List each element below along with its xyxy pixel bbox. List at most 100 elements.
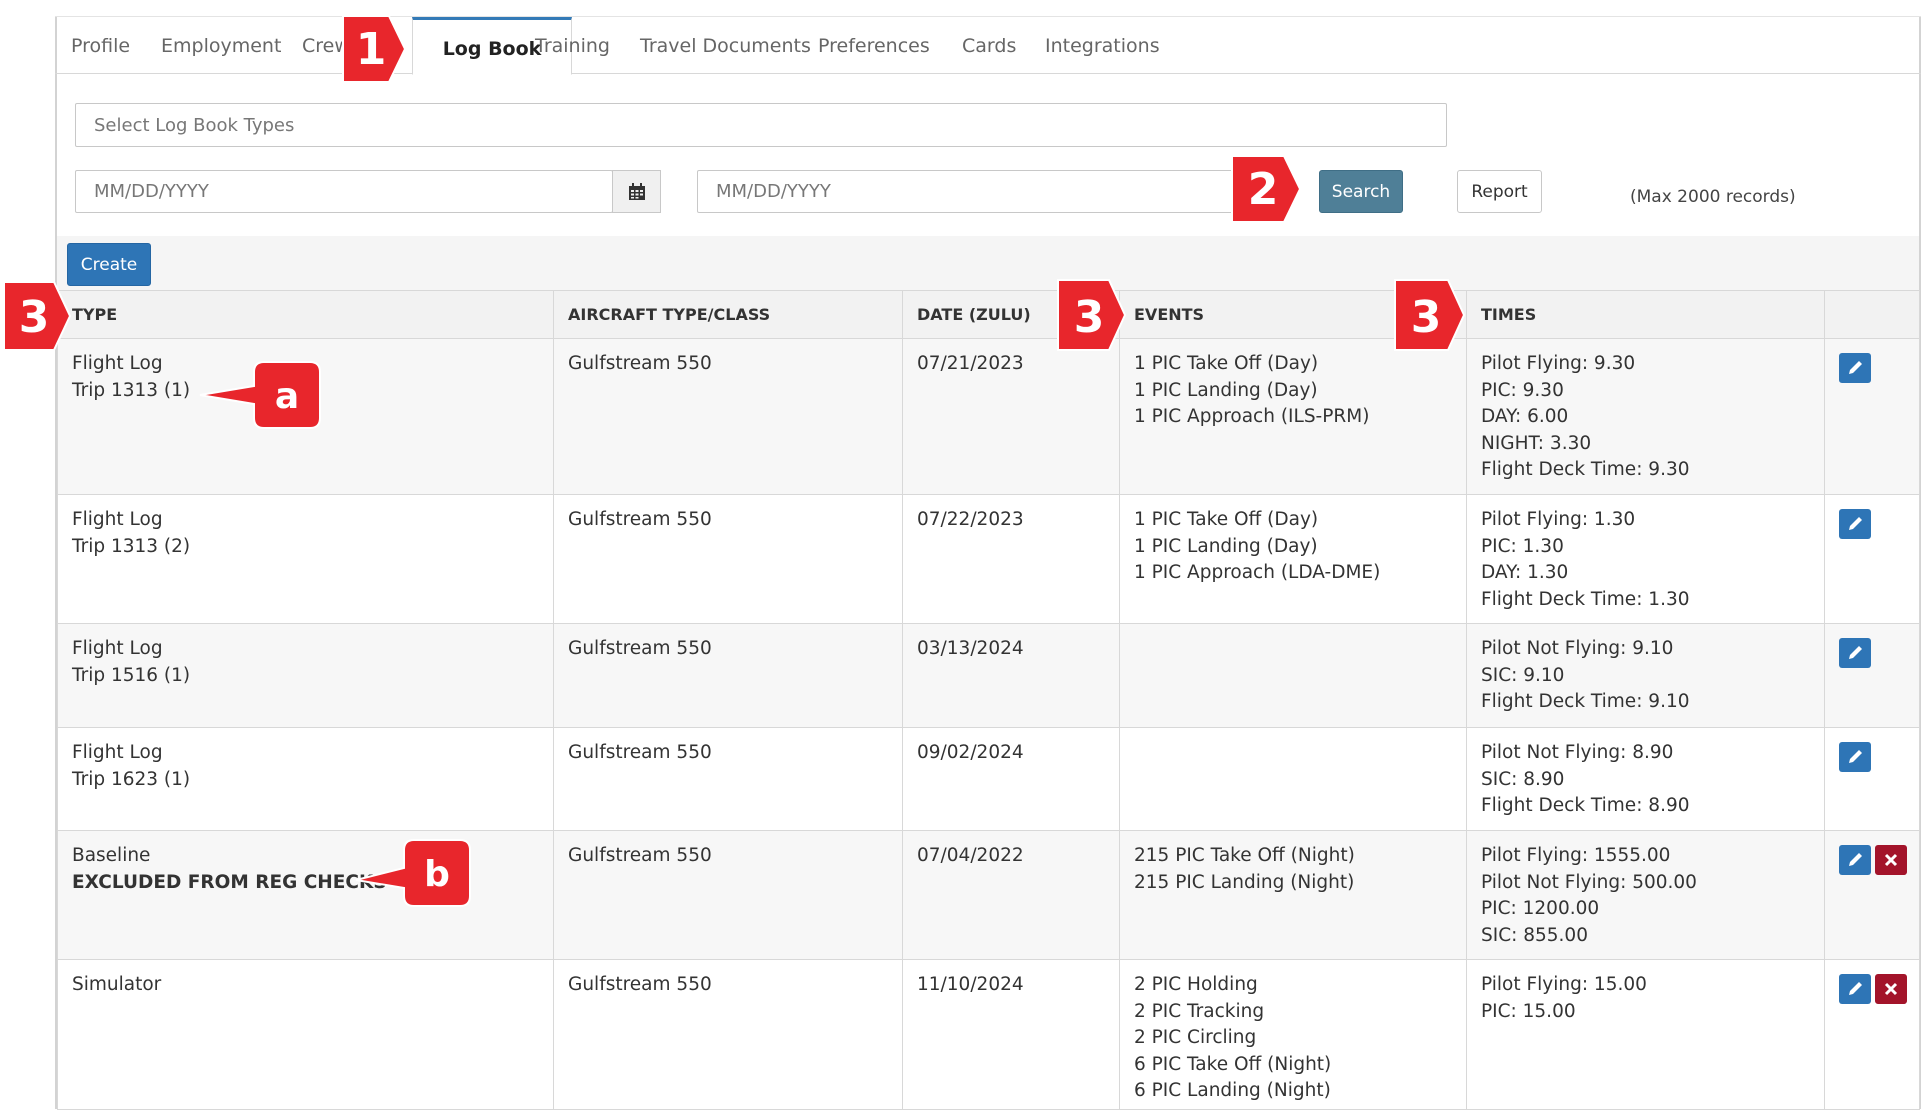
row-type: Simulator: [72, 974, 162, 995]
event-line: 6 PIC Landing (Night): [1134, 1080, 1331, 1101]
cell-times: Pilot Flying: 1.30 PIC: 1.30 DAY: 1.30 F…: [1466, 494, 1825, 624]
time-line: Flight Deck Time: 9.30: [1481, 459, 1690, 480]
row-type: Flight Log: [72, 638, 163, 659]
tab-training[interactable]: Training: [535, 35, 610, 57]
column-header-actions: [1824, 290, 1920, 339]
time-line: Pilot Flying: 1.30: [1481, 509, 1636, 530]
cell-actions: [1824, 959, 1920, 1110]
callout-badge-b: b: [355, 839, 471, 907]
event-line: 1 PIC Landing (Day): [1134, 379, 1318, 401]
callout-label-1: 1: [356, 24, 387, 75]
event-line: 2 PIC Circling: [1134, 1027, 1257, 1048]
row-date: 11/10/2024: [917, 974, 1024, 995]
row-subtype: Trip 1623 (1): [72, 768, 191, 790]
callout-label-3b: 3: [1074, 292, 1105, 343]
edit-button[interactable]: [1839, 638, 1871, 668]
cell-actions: [1824, 830, 1920, 960]
event-line: 215 PIC Landing (Night): [1134, 871, 1355, 893]
row-type: Flight Log: [72, 509, 163, 530]
cell-aircraft: Gulfstream 550: [553, 727, 903, 831]
date-from-input[interactable]: [75, 170, 613, 213]
cell-date: 11/10/2024: [902, 959, 1120, 1110]
cell-times: Pilot Flying: 1555.00 Pilot Not Flying: …: [1466, 830, 1825, 960]
row-type: Baseline: [72, 845, 151, 866]
time-line: Pilot Flying: 9.30: [1481, 353, 1636, 374]
log-book-table: TYPE AIRCRAFT TYPE/CLASS DATE (ZULU) EVE…: [57, 290, 1920, 1110]
edit-button[interactable]: [1839, 845, 1871, 875]
delete-button[interactable]: [1875, 845, 1907, 875]
cell-actions: [1824, 623, 1920, 728]
cell-events: 215 PIC Take Off (Night) 215 PIC Landing…: [1119, 830, 1467, 960]
cell-date: 07/21/2023: [902, 338, 1120, 495]
table-row: Simulator Gulfstream 550 11/10/2024 2 PI…: [57, 959, 1920, 1110]
tab-preferences[interactable]: Preferences: [818, 35, 930, 57]
tab-employment[interactable]: Employment: [161, 35, 281, 57]
time-line: Pilot Not Flying: 8.90: [1481, 742, 1674, 763]
event-line: 1 PIC Approach (LDA-DME): [1134, 562, 1381, 583]
row-aircraft: Gulfstream 550: [568, 845, 712, 866]
cell-date: 03/13/2024: [902, 623, 1120, 728]
column-header-times[interactable]: TIMES: [1466, 290, 1825, 339]
event-line: 6 PIC Take Off (Night): [1134, 1053, 1332, 1075]
cell-type: Baseline EXCLUDED FROM REG CHECKS: [57, 830, 554, 960]
report-button[interactable]: Report: [1457, 170, 1542, 213]
table-row: Flight Log Trip 1313 (2) Gulfstream 550 …: [57, 494, 1920, 624]
cell-aircraft: Gulfstream 550: [553, 494, 903, 624]
cell-events: [1119, 727, 1467, 831]
cell-events: 1 PIC Take Off (Day) 1 PIC Landing (Day)…: [1119, 494, 1467, 624]
tab-cards[interactable]: Cards: [962, 35, 1016, 57]
cell-aircraft: Gulfstream 550: [553, 623, 903, 728]
event-line: 1 PIC Landing (Day): [1134, 535, 1318, 557]
date-to-input[interactable]: [697, 170, 1233, 213]
event-line: 215 PIC Take Off (Night): [1134, 845, 1355, 866]
row-subtype: EXCLUDED FROM REG CHECKS: [72, 871, 387, 893]
callout-label-3c: 3: [1411, 292, 1442, 343]
search-button[interactable]: Search: [1319, 170, 1403, 213]
row-aircraft: Gulfstream 550: [568, 353, 712, 374]
time-line: Pilot Flying: 1555.00: [1481, 845, 1671, 866]
row-aircraft: Gulfstream 550: [568, 974, 712, 995]
tab-travel-documents[interactable]: Travel Documents: [640, 35, 811, 57]
create-button[interactable]: Create: [67, 243, 151, 286]
pencil-icon: [1849, 517, 1862, 530]
tab-profile[interactable]: Profile: [71, 35, 130, 57]
column-header-type[interactable]: TYPE: [57, 290, 554, 339]
grid-toolbar: [57, 236, 1919, 290]
edit-button[interactable]: [1839, 509, 1871, 539]
time-line: DAY: 6.00: [1481, 406, 1569, 427]
cell-times: Pilot Not Flying: 8.90 SIC: 8.90 Flight …: [1466, 727, 1825, 831]
row-subtype: Trip 1313 (2): [72, 535, 191, 557]
row-date: 07/22/2023: [917, 509, 1024, 530]
column-header-aircraft[interactable]: AIRCRAFT TYPE/CLASS: [553, 290, 903, 339]
cell-aircraft: Gulfstream 550: [553, 830, 903, 960]
event-line: 1 PIC Take Off (Day): [1134, 353, 1319, 374]
cell-events: 2 PIC Holding 2 PIC Tracking 2 PIC Circl…: [1119, 959, 1467, 1110]
time-line: NIGHT: 3.30: [1481, 432, 1592, 454]
edit-button[interactable]: [1839, 353, 1871, 383]
tab-integrations[interactable]: Integrations: [1045, 35, 1160, 57]
log-book-types-select[interactable]: [75, 103, 1447, 147]
calendar-button[interactable]: [612, 170, 661, 213]
delete-button[interactable]: [1875, 974, 1907, 1004]
cell-type: Flight Log Trip 1516 (1): [57, 623, 554, 728]
row-date: 07/04/2022: [917, 845, 1024, 866]
time-line: DAY: 1.30: [1481, 562, 1569, 583]
event-line: 1 PIC Approach (ILS-PRM): [1134, 406, 1370, 427]
callout-label-b: b: [424, 854, 450, 895]
pencil-icon: [1849, 646, 1862, 659]
callout-badge-3-events: 3: [1057, 279, 1127, 351]
row-date: 09/02/2024: [917, 742, 1024, 763]
pencil-icon: [1849, 361, 1862, 374]
row-subtype: Trip 1516 (1): [72, 664, 191, 686]
row-aircraft: Gulfstream 550: [568, 742, 712, 763]
edit-button[interactable]: [1839, 742, 1871, 772]
callout-badge-2: 2: [1231, 155, 1302, 223]
time-line: PIC: 9.30: [1481, 379, 1564, 401]
cell-type: Simulator: [57, 959, 554, 1110]
cell-actions: [1824, 338, 1920, 495]
cell-aircraft: Gulfstream 550: [553, 959, 903, 1110]
callout-badge-3-times: 3: [1394, 279, 1466, 351]
callout-label-a: a: [275, 376, 299, 417]
cell-type: Flight Log Trip 1623 (1): [57, 727, 554, 831]
edit-button[interactable]: [1839, 974, 1871, 1004]
